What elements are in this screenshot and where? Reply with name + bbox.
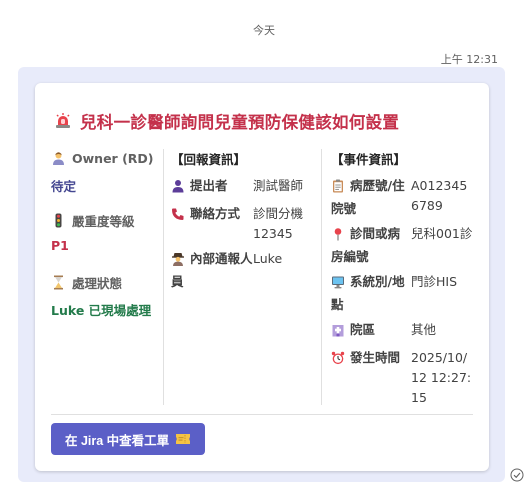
detective-icon: [171, 252, 185, 272]
event-row-record-number: 病歷號/住院號 A0123456789: [331, 176, 481, 219]
state-value: Luke 已現場處理: [51, 303, 152, 318]
card-title-row: 兒科一診醫師詢問兒童預防保健該如何設置: [54, 109, 399, 133]
hospital-icon: [331, 323, 345, 343]
campus-label: 院區: [350, 322, 376, 337]
pushpin-icon: [331, 227, 345, 247]
person-icon: [171, 179, 185, 199]
clipboard-icon: [331, 179, 345, 199]
severity-label: 嚴重度等級: [51, 211, 163, 229]
event-row-clinic-room: 診間或病房編號 兒科001診: [331, 224, 481, 267]
message-bubble: 兒科一診醫師詢問兒童預防保健該如何設置 Owner (RD) 待定 嚴重度等級 …: [18, 67, 505, 482]
adaptive-card: 兒科一診醫師詢問兒童預防保健該如何設置 Owner (RD) 待定 嚴重度等級 …: [35, 83, 489, 471]
day-divider: 今天: [253, 24, 275, 37]
internal-reporter-value: Luke: [253, 251, 283, 266]
card-title: 兒科一診醫師詢問兒童預防保健該如何設置: [80, 113, 400, 132]
computer-icon: [331, 275, 345, 295]
siren-icon: [54, 112, 72, 130]
severity-label-text: 嚴重度等級: [72, 213, 135, 229]
event-row-campus: 院區 其他: [331, 320, 481, 343]
view-in-jira-label: 在 Jira 中查看工單: [65, 433, 170, 448]
report-row-contact: 聯絡方式 診間分機12345: [171, 204, 315, 244]
event-row-system: 系統別/地點 門診HIS: [331, 272, 481, 315]
occurred-time-value: 2025/10/12 12:27:15: [411, 350, 472, 405]
severity-value: P1: [51, 238, 69, 253]
report-row-submitter: 提出者 測試醫師: [171, 176, 315, 199]
event-section-heading: 【事件資訊】: [331, 152, 407, 167]
person-raising-hand-icon: [51, 151, 66, 166]
owner-label: Owner (RD): [51, 149, 163, 167]
submitter-value: 測試醫師: [253, 178, 304, 193]
hourglass-icon: [51, 275, 66, 290]
clinic-room-value: 兒科001診: [411, 226, 473, 241]
report-section-heading: 【回報資訊】: [171, 152, 247, 167]
view-in-jira-button[interactable]: 在 Jira 中查看工單: [51, 423, 206, 455]
ticket-icon: [175, 433, 191, 445]
actions-divider: [51, 414, 473, 415]
status-column: Owner (RD) 待定 嚴重度等級 P1 處理狀態 Luke 已現場處理: [51, 149, 163, 335]
report-info-column: 【回報資訊】 提出者 測試醫師 聯絡方式 診間分機12345 內部通報人員 Lu…: [171, 149, 315, 297]
campus-value: 其他: [411, 322, 437, 337]
system-value: 門診HIS: [411, 274, 458, 289]
message-timestamp: 上午 12:31: [440, 53, 498, 66]
alarm-clock-icon: [331, 351, 345, 371]
report-row-internal-reporter: 內部通報人員 Luke: [171, 249, 315, 292]
column-divider: [321, 149, 322, 405]
record-number-value: A0123456789: [411, 178, 468, 213]
read-receipt-icon: [510, 467, 524, 482]
submitter-label: 提出者: [190, 178, 228, 193]
event-row-occurred-time: 發生時間 2025/10/12 12:27:15: [331, 348, 481, 408]
phone-icon: [171, 207, 185, 227]
occurred-time-label: 發生時間: [350, 350, 401, 365]
traffic-light-icon: [51, 213, 66, 228]
owner-value: 待定: [51, 179, 77, 194]
contact-value: 診間分機12345: [253, 206, 304, 241]
state-label: 處理狀態: [51, 273, 163, 291]
column-divider: [163, 149, 164, 405]
contact-label: 聯絡方式: [190, 206, 241, 221]
state-label-text: 處理狀態: [72, 275, 123, 291]
event-info-column: 【事件資訊】 病歷號/住院號 A0123456789 診間或病房編號 兒科001…: [331, 149, 481, 413]
owner-label-text: Owner (RD): [72, 150, 154, 166]
